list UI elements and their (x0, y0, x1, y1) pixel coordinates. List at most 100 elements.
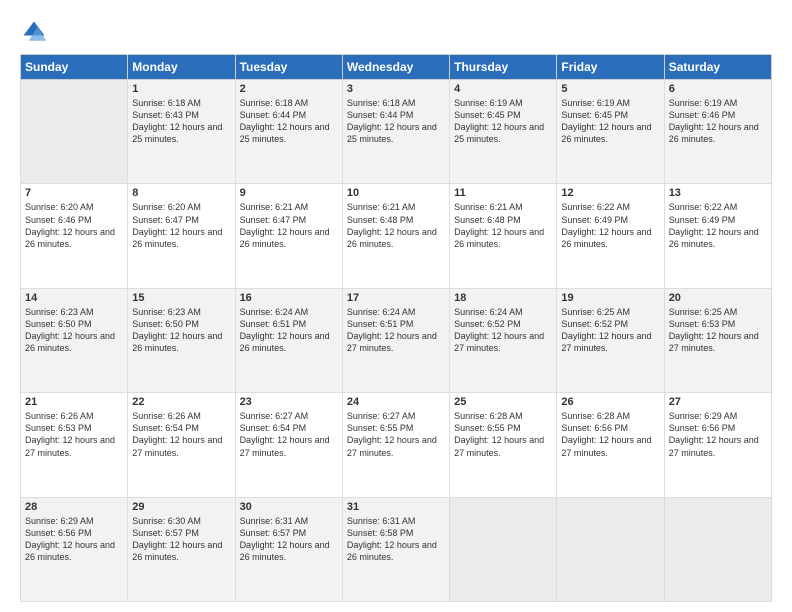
calendar-cell: 20 Sunrise: 6:25 AMSunset: 6:53 PMDayligh… (664, 288, 771, 392)
calendar-cell: 22 Sunrise: 6:26 AMSunset: 6:54 PMDayligh… (128, 393, 235, 497)
logo (20, 18, 52, 46)
cell-details: Sunrise: 6:22 AMSunset: 6:49 PMDaylight:… (561, 201, 659, 250)
calendar-cell: 24 Sunrise: 6:27 AMSunset: 6:55 PMDayligh… (342, 393, 449, 497)
calendar-header-thursday: Thursday (450, 55, 557, 80)
cell-details: Sunrise: 6:21 AMSunset: 6:47 PMDaylight:… (240, 201, 338, 250)
calendar-header-tuesday: Tuesday (235, 55, 342, 80)
page: SundayMondayTuesdayWednesdayThursdayFrid… (0, 0, 792, 612)
cell-details: Sunrise: 6:19 AMSunset: 6:45 PMDaylight:… (561, 97, 659, 146)
calendar-cell: 15 Sunrise: 6:23 AMSunset: 6:50 PMDayligh… (128, 288, 235, 392)
day-number: 24 (347, 396, 445, 408)
calendar-header-sunday: Sunday (21, 55, 128, 80)
calendar-week-row: 21Sunrise: 6:26 AMSunset: 6:53 PMDayligh… (21, 393, 772, 497)
calendar-cell: 18 Sunrise: 6:24 AMSunset: 6:52 PMDayligh… (450, 288, 557, 392)
calendar-cell: 13 Sunrise: 6:22 AMSunset: 6:49 PMDayligh… (664, 184, 771, 288)
calendar-cell: 23 Sunrise: 6:27 AMSunset: 6:54 PMDayligh… (235, 393, 342, 497)
cell-details: Sunrise: 6:21 AMSunset: 6:48 PMDaylight:… (454, 201, 552, 250)
day-number: 19 (561, 292, 659, 304)
logo-icon (20, 18, 48, 46)
calendar-cell: 26 Sunrise: 6:28 AMSunset: 6:56 PMDayligh… (557, 393, 664, 497)
cell-details: Sunrise: 6:19 AMSunset: 6:46 PMDaylight:… (669, 97, 767, 146)
cell-details: Sunrise: 6:31 AMSunset: 6:57 PMDaylight:… (240, 515, 338, 564)
day-number: 31 (347, 501, 445, 513)
day-number: 29 (132, 501, 230, 513)
calendar-cell: 14Sunrise: 6:23 AMSunset: 6:50 PMDayligh… (21, 288, 128, 392)
day-number: 23 (240, 396, 338, 408)
calendar-cell: 2 Sunrise: 6:18 AMSunset: 6:44 PMDaylight… (235, 80, 342, 184)
day-number: 13 (669, 187, 767, 199)
cell-details: Sunrise: 6:26 AMSunset: 6:53 PMDaylight:… (25, 410, 123, 459)
cell-details: Sunrise: 6:18 AMSunset: 6:43 PMDaylight:… (132, 97, 230, 146)
calendar-cell: 9 Sunrise: 6:21 AMSunset: 6:47 PMDaylight… (235, 184, 342, 288)
cell-details: Sunrise: 6:21 AMSunset: 6:48 PMDaylight:… (347, 201, 445, 250)
cell-details: Sunrise: 6:27 AMSunset: 6:54 PMDaylight:… (240, 410, 338, 459)
cell-details: Sunrise: 6:31 AMSunset: 6:58 PMDaylight:… (347, 515, 445, 564)
day-number: 18 (454, 292, 552, 304)
calendar-cell: 17Sunrise: 6:24 AMSunset: 6:51 PMDayligh… (342, 288, 449, 392)
calendar-cell: 4 Sunrise: 6:19 AMSunset: 6:45 PMDaylight… (450, 80, 557, 184)
day-number: 7 (25, 187, 123, 199)
calendar-week-row: 1Sunrise: 6:18 AMSunset: 6:43 PMDaylight… (21, 80, 772, 184)
day-number: 16 (240, 292, 338, 304)
calendar-cell: 12Sunrise: 6:22 AMSunset: 6:49 PMDayligh… (557, 184, 664, 288)
cell-details: Sunrise: 6:30 AMSunset: 6:57 PMDaylight:… (132, 515, 230, 564)
day-number: 30 (240, 501, 338, 513)
calendar-week-row: 14 Sunrise: 6:23 AMSunset: 6:50 PMDayligh… (21, 288, 772, 392)
calendar-cell: 1Sunrise: 6:18 AMSunset: 6:43 PMDaylight… (128, 80, 235, 184)
cell-details: Sunrise: 6:28 AMSunset: 6:55 PMDaylight:… (454, 410, 552, 459)
cell-details: Sunrise: 6:27 AMSunset: 6:55 PMDaylight:… (347, 410, 445, 459)
calendar-header-wednesday: Wednesday (342, 55, 449, 80)
day-number: 10 (347, 187, 445, 199)
day-number: 2 (240, 83, 338, 95)
calendar-cell (21, 80, 128, 184)
calendar-cell: 16Sunrise: 6:24 AMSunset: 6:51 PMDayligh… (235, 288, 342, 392)
cell-details: Sunrise: 6:20 AMSunset: 6:47 PMDaylight:… (132, 201, 230, 250)
calendar-cell: 8Sunrise: 6:20 AMSunset: 6:47 PMDaylight… (128, 184, 235, 288)
cell-details: Sunrise: 6:18 AMSunset: 6:44 PMDaylight:… (240, 97, 338, 146)
calendar-cell: 6Sunrise: 6:19 AMSunset: 6:46 PMDaylight… (664, 80, 771, 184)
day-number: 14 (25, 292, 123, 304)
cell-details: Sunrise: 6:28 AMSunset: 6:56 PMDaylight:… (561, 410, 659, 459)
calendar-table: SundayMondayTuesdayWednesdayThursdayFrid… (20, 54, 772, 602)
cell-details: Sunrise: 6:20 AMSunset: 6:46 PMDaylight:… (25, 201, 123, 250)
calendar-cell (557, 497, 664, 601)
calendar-cell: 27Sunrise: 6:29 AMSunset: 6:56 PMDayligh… (664, 393, 771, 497)
calendar-cell: 19Sunrise: 6:25 AMSunset: 6:52 PMDayligh… (557, 288, 664, 392)
calendar-cell: 10 Sunrise: 6:21 AMSunset: 6:48 PMDayligh… (342, 184, 449, 288)
day-number: 26 (561, 396, 659, 408)
day-number: 5 (561, 83, 659, 95)
calendar-cell: 28Sunrise: 6:29 AMSunset: 6:56 PMDayligh… (21, 497, 128, 601)
header (20, 18, 772, 46)
calendar-cell: 11 Sunrise: 6:21 AMSunset: 6:48 PMDayligh… (450, 184, 557, 288)
day-number: 22 (132, 396, 230, 408)
calendar-cell: 30 Sunrise: 6:31 AMSunset: 6:57 PMDayligh… (235, 497, 342, 601)
calendar-header-row: SundayMondayTuesdayWednesdayThursdayFrid… (21, 55, 772, 80)
calendar-cell (664, 497, 771, 601)
calendar-cell: 25 Sunrise: 6:28 AMSunset: 6:55 PMDayligh… (450, 393, 557, 497)
cell-details: Sunrise: 6:23 AMSunset: 6:50 PMDaylight:… (132, 306, 230, 355)
day-number: 27 (669, 396, 767, 408)
cell-details: Sunrise: 6:25 AMSunset: 6:53 PMDaylight:… (669, 306, 767, 355)
day-number: 20 (669, 292, 767, 304)
cell-details: Sunrise: 6:22 AMSunset: 6:49 PMDaylight:… (669, 201, 767, 250)
calendar-cell: 3Sunrise: 6:18 AMSunset: 6:44 PMDaylight… (342, 80, 449, 184)
calendar-cell: 7 Sunrise: 6:20 AMSunset: 6:46 PMDaylight… (21, 184, 128, 288)
cell-details: Sunrise: 6:24 AMSunset: 6:51 PMDaylight:… (347, 306, 445, 355)
day-number: 4 (454, 83, 552, 95)
calendar-cell: 5 Sunrise: 6:19 AMSunset: 6:45 PMDaylight… (557, 80, 664, 184)
cell-details: Sunrise: 6:18 AMSunset: 6:44 PMDaylight:… (347, 97, 445, 146)
calendar-cell: 21Sunrise: 6:26 AMSunset: 6:53 PMDayligh… (21, 393, 128, 497)
calendar-cell: 31 Sunrise: 6:31 AMSunset: 6:58 PMDayligh… (342, 497, 449, 601)
calendar-week-row: 28Sunrise: 6:29 AMSunset: 6:56 PMDayligh… (21, 497, 772, 601)
cell-details: Sunrise: 6:19 AMSunset: 6:45 PMDaylight:… (454, 97, 552, 146)
cell-details: Sunrise: 6:26 AMSunset: 6:54 PMDaylight:… (132, 410, 230, 459)
calendar-header-monday: Monday (128, 55, 235, 80)
calendar-header-saturday: Saturday (664, 55, 771, 80)
day-number: 15 (132, 292, 230, 304)
calendar-cell: 29 Sunrise: 6:30 AMSunset: 6:57 PMDayligh… (128, 497, 235, 601)
day-number: 25 (454, 396, 552, 408)
day-number: 9 (240, 187, 338, 199)
day-number: 28 (25, 501, 123, 513)
day-number: 11 (454, 187, 552, 199)
cell-details: Sunrise: 6:24 AMSunset: 6:52 PMDaylight:… (454, 306, 552, 355)
